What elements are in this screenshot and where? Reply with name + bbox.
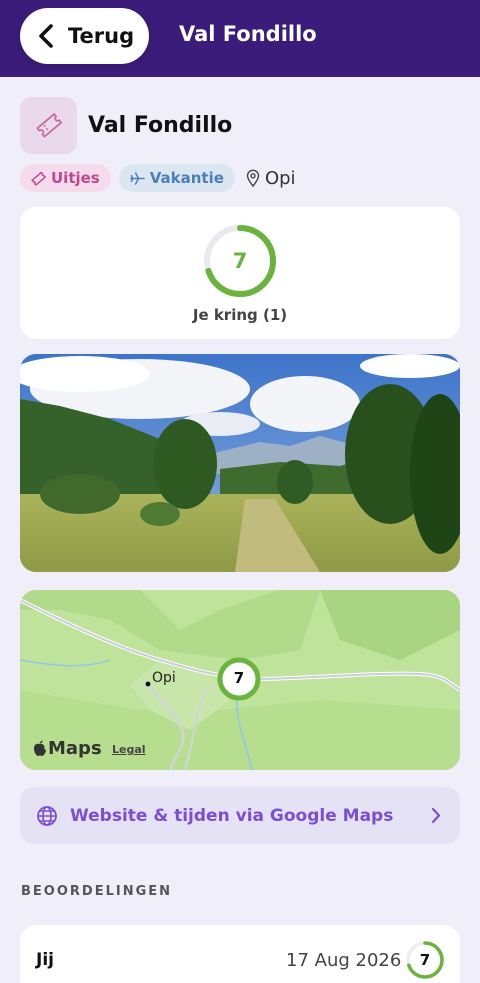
tag-uitjes[interactable]: Uitjes [20, 164, 111, 192]
map-legal-link[interactable]: Legal [112, 743, 146, 756]
location-label: Opi [246, 168, 296, 189]
page-title: Val Fondillo [179, 22, 317, 46]
chevron-left-icon [39, 24, 53, 48]
score-ring: 7 [203, 224, 277, 298]
score-value: 7 [232, 249, 248, 273]
tag-label: Uitjes [51, 169, 100, 187]
maps-brand-text: Maps [48, 738, 102, 759]
place-title: Val Fondillo [88, 112, 233, 138]
back-button[interactable]: Terug [20, 8, 149, 64]
tag-vakantie[interactable]: Vakantie [118, 164, 235, 192]
map-place-label: Opi [152, 670, 176, 686]
back-button-label: Terug [68, 24, 135, 48]
map-pin-icon [246, 169, 260, 187]
airplane-icon [129, 171, 145, 185]
website-link-row[interactable]: Website & tijden via Google Maps [20, 787, 460, 844]
place-icon-box [20, 96, 77, 154]
circle-score-card[interactable]: 7 Je kring (1) [20, 207, 460, 339]
top-bar: Terug Val Fondillo [0, 0, 480, 77]
score-label: Je kring (1) [192, 306, 288, 324]
website-link-label: Website & tijden via Google Maps [70, 805, 394, 826]
tag-row: Uitjes Vakantie Opi [20, 164, 296, 192]
apple-logo-icon [34, 740, 46, 756]
map-marker-value[interactable]: 7 [220, 669, 258, 689]
place-photo[interactable] [20, 354, 460, 572]
tag-label: Vakantie [149, 169, 224, 187]
reviews-section-title: BEOORDELINGEN [21, 884, 173, 899]
place-header: Val Fondillo [20, 96, 232, 154]
review-item[interactable]: Jij 17 Aug 2026 7 [20, 925, 460, 983]
ticket-icon [31, 171, 46, 186]
globe-icon [37, 805, 57, 826]
review-score-value: 7 [419, 951, 431, 969]
map-view[interactable]: Opi 7 Maps Legal [20, 590, 460, 770]
review-author: Jij [36, 950, 54, 970]
review-score-ring: 7 [405, 940, 445, 980]
ticket-icon [35, 113, 62, 138]
location-text: Opi [264, 167, 296, 189]
review-date: 17 Aug 2026 [286, 950, 402, 971]
maps-brand: Maps [33, 738, 102, 759]
chevron-right-icon [431, 807, 441, 824]
